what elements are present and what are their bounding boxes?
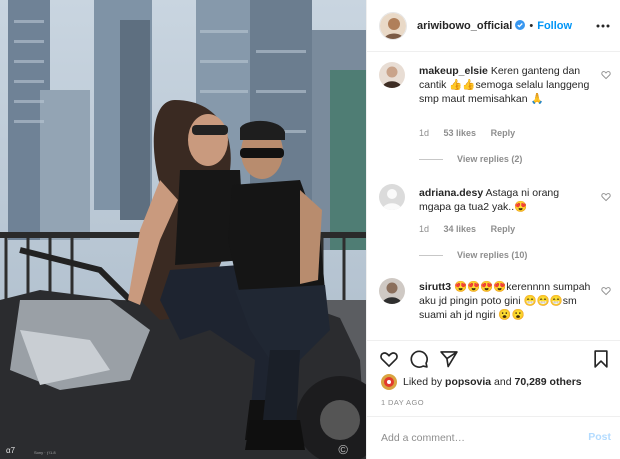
copyright-watermark: © [338, 442, 348, 457]
comment-item: makeup_elsie Keren ganteng dan cantik 👍👍… [379, 62, 611, 182]
comment-likes-count[interactable]: 53 likes [444, 128, 477, 138]
post-action-bar [367, 340, 620, 374]
post-header: ariwibowo_official • Follow [367, 0, 620, 52]
comment-text: sirutt3 😍😍😍😍kerennnn sumpah aku jd pingi… [419, 280, 591, 322]
post-details-panel: ariwibowo_official • Follow makeup_elsie… [366, 0, 620, 459]
more-options-icon[interactable] [595, 19, 611, 33]
liked-by-prefix: Liked by [403, 376, 443, 388]
comment-meta: 1d 34 likes Reply [419, 224, 527, 234]
liker-avatar-icon [381, 374, 397, 390]
comment-like-heart-icon[interactable] [601, 70, 611, 80]
comment-text: adriana.desy Astaga ni orang mgapa ga tu… [419, 186, 591, 214]
comment-meta: 1d 53 likes Reply [419, 128, 527, 138]
comment-time: 1d [419, 224, 430, 234]
comment-like-heart-icon[interactable] [601, 192, 611, 202]
liked-by-others[interactable]: 70,289 others [515, 376, 582, 388]
comment-reply-button[interactable]: Reply [491, 224, 516, 234]
commenter-avatar[interactable] [379, 278, 405, 304]
liked-by-conj: and [494, 376, 512, 388]
commenter-avatar[interactable] [379, 62, 405, 88]
comment-time: 1d [419, 128, 430, 138]
liker-avatar[interactable] [381, 374, 397, 390]
camera-watermark: α7 [6, 446, 16, 455]
commenter-avatar-icon [379, 278, 405, 304]
post-date[interactable]: 1 DAY AGO [381, 398, 424, 407]
view-replies-button[interactable]: View replies (2) [419, 154, 522, 164]
comment-item: adriana.desy Astaga ni orang mgapa ga tu… [379, 184, 611, 268]
comment-reply-button[interactable]: Reply [491, 128, 516, 138]
view-replies-line [419, 254, 443, 256]
post-comment-button[interactable]: Post [588, 431, 611, 443]
commenter-avatar[interactable] [379, 184, 405, 210]
comment-likes-count[interactable]: 34 likes [444, 224, 477, 234]
comments-list[interactable]: makeup_elsie Keren ganteng dan cantik 👍👍… [367, 52, 620, 339]
comment-username[interactable]: adriana.desy [419, 187, 483, 199]
comment-text: makeup_elsie Keren ganteng dan cantik 👍👍… [419, 64, 591, 106]
view-replies-button[interactable]: View replies (10) [419, 250, 527, 260]
author-username[interactable]: ariwibowo_official [417, 19, 526, 32]
comment-item: sirutt3 😍😍😍😍kerennnn sumpah aku jd pingi… [379, 278, 611, 339]
separator-dot: • [529, 19, 534, 32]
share-icon[interactable] [439, 349, 459, 369]
bookmark-icon[interactable] [591, 349, 611, 369]
camera-settings-watermark: Sony · ƒ/1.8 [34, 450, 56, 455]
comment-like-heart-icon[interactable] [601, 286, 611, 296]
author-avatar[interactable] [379, 11, 407, 40]
add-comment-bar: Post [367, 416, 620, 459]
comment-username[interactable]: makeup_elsie [419, 65, 488, 77]
liked-by-user[interactable]: popsovia [445, 376, 491, 388]
liked-by-line: Liked by popsovia and 70,289 others [381, 374, 613, 390]
view-replies-label[interactable]: View replies (2) [457, 154, 522, 164]
comment-username[interactable]: sirutt3 [419, 281, 451, 293]
heart-icon[interactable] [379, 349, 399, 369]
add-comment-input[interactable] [381, 429, 561, 447]
verified-badge-icon [515, 19, 526, 30]
comment-icon[interactable] [409, 349, 429, 369]
view-replies-line [419, 158, 443, 160]
author-username-text[interactable]: ariwibowo_official [417, 20, 512, 32]
photo-illustration [0, 0, 366, 459]
author-avatar-icon [380, 12, 406, 39]
commenter-avatar-icon [379, 62, 405, 88]
post-photo[interactable]: α7 Sony · ƒ/1.8 © [0, 0, 366, 459]
follow-button[interactable]: Follow [537, 20, 572, 32]
view-replies-label[interactable]: View replies (10) [457, 250, 527, 260]
default-avatar-icon [379, 184, 405, 210]
